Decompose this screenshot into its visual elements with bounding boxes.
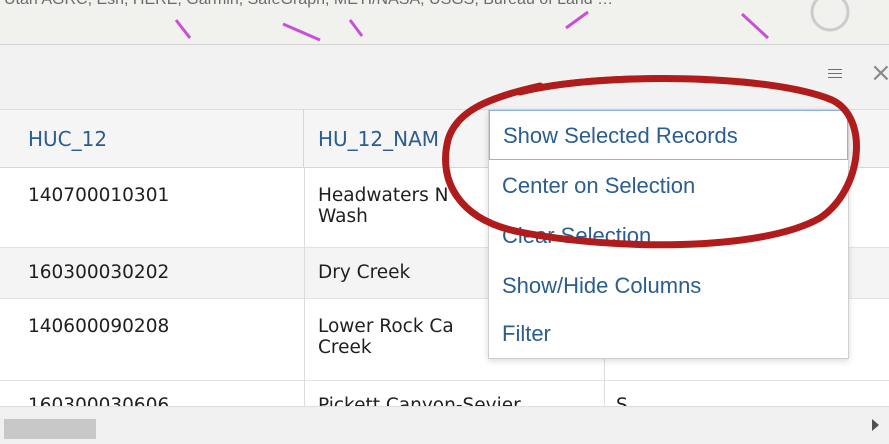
map-attribution: Utah AGRC, Esri, HERE, Garmin, SafeGraph… [4, 0, 613, 9]
menu-item-show-selected-records[interactable]: Show Selected Records [489, 110, 848, 160]
cell-hu12-name-line1: Headwaters N [318, 185, 449, 206]
menu-item-center-on-selection[interactable]: Center on Selection [489, 161, 848, 211]
cell-hu12-name-line2: Creek [318, 337, 372, 358]
cell-huc12: 140600090208 [28, 316, 170, 337]
scrollbar-thumb[interactable] [4, 419, 96, 439]
menu-item-clear-selection[interactable]: Clear Selection [489, 211, 848, 261]
cell-huc12: 160300030606 [28, 395, 170, 406]
menu-item-show-hide-columns[interactable]: Show/Hide Columns [489, 261, 848, 311]
cell-huc12: 140700010301 [28, 185, 170, 206]
table-options-menu: Show Selected Records Center on Selectio… [488, 109, 849, 359]
cell-extra: S [616, 395, 628, 406]
close-icon[interactable]: × [870, 60, 889, 86]
map-strip[interactable]: Utah AGRC, Esri, HERE, Garmin, SafeGraph… [0, 0, 889, 44]
cell-hu12-name-line2: Wash [318, 206, 368, 227]
cell-hu12-name: Pickett Canyon-Sevier [318, 395, 521, 406]
cell-huc12: 160300030202 [28, 262, 170, 283]
horizontal-scrollbar[interactable] [0, 406, 889, 444]
table-row[interactable]: 160300030606 Pickett Canyon-Sevier S [0, 381, 889, 406]
cell-hu12-name-line1: Lower Rock Ca [318, 316, 454, 337]
scroll-right-arrow-icon[interactable] [872, 419, 879, 431]
attribute-table-toolbar [0, 45, 889, 110]
column-header-huc12[interactable]: HUC_12 [0, 110, 304, 168]
menu-item-filter[interactable]: Filter [489, 309, 848, 359]
hamburger-icon[interactable] [828, 66, 842, 80]
